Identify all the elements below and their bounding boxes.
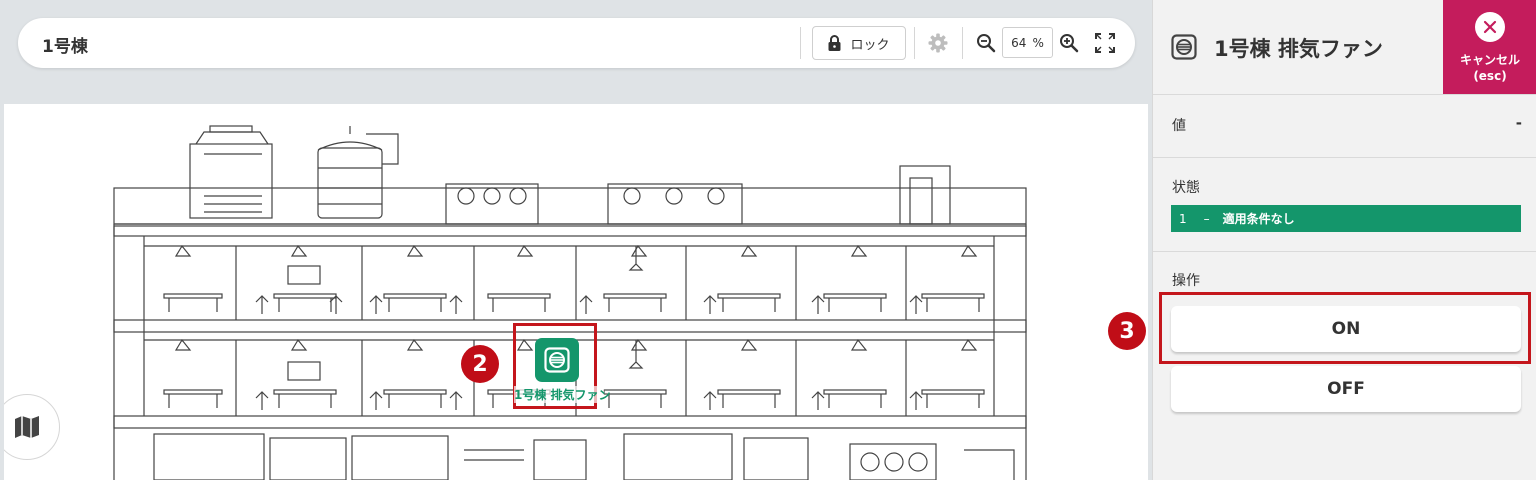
value-text: - [1515, 114, 1522, 132]
building-section-drawing [113, 125, 1027, 480]
zoom-out-icon[interactable] [976, 33, 996, 53]
state-badge: 1 – 適用条件なし [1171, 205, 1521, 232]
step-badge-3: 3 [1108, 312, 1146, 350]
fan-icon[interactable] [535, 338, 579, 382]
map-toolbar: 1号棟 ロック 64 % [18, 18, 1135, 68]
state-dash: – [1203, 211, 1210, 226]
cancel-text: キャンセル [1459, 53, 1520, 67]
state-label: 状態 [1172, 180, 1200, 196]
value-row: 値 - [1153, 96, 1536, 158]
map-icon [15, 416, 39, 438]
divider [914, 27, 915, 59]
lock-icon [828, 35, 841, 51]
divider [962, 27, 963, 59]
on-button[interactable]: ON [1171, 306, 1521, 352]
zoom-in-icon[interactable] [1059, 33, 1079, 53]
value-label: 値 [1172, 118, 1186, 134]
device-detail-panel: 1号棟 排気ファン キャンセル (esc) 値 - 状態 1 – 適用条件なし … [1152, 0, 1536, 480]
gear-icon[interactable] [928, 33, 948, 53]
zoom-unit: % [1032, 35, 1044, 50]
step-badge-2: 2 [461, 345, 499, 383]
building-title: 1号棟 [42, 37, 88, 57]
state-text: 適用条件なし [1222, 212, 1295, 226]
lock-button[interactable]: ロック [812, 26, 906, 60]
lock-label: ロック [850, 37, 890, 53]
panel-title: 1号棟 排気ファン [1214, 37, 1383, 61]
building-drawing-canvas[interactable] [4, 104, 1148, 480]
off-button[interactable]: OFF [1171, 366, 1521, 412]
cancel-shortcut: (esc) [1473, 69, 1507, 83]
exhaust-fan-device-marker[interactable]: 1号棟 排気ファン [513, 323, 611, 409]
device-label: 1号棟 排気ファン [514, 386, 611, 403]
operation-row: 操作 ON OFF [1153, 252, 1536, 480]
state-number: 1 [1179, 211, 1187, 226]
state-row: 状態 1 – 適用条件なし [1153, 158, 1536, 252]
cancel-label: キャンセル (esc) [1443, 52, 1536, 84]
cancel-button[interactable]: キャンセル (esc) [1443, 0, 1536, 94]
fan-icon [1171, 34, 1197, 60]
operation-label: 操作 [1172, 273, 1200, 289]
zoom-value: 64 [1011, 35, 1027, 50]
fullscreen-icon[interactable] [1095, 33, 1115, 53]
divider [800, 27, 801, 59]
floor-map-area: 1号棟 ロック 64 % 1号棟 排気ファン 2 [0, 0, 1152, 480]
close-icon [1475, 12, 1505, 42]
panel-header: 1号棟 排気ファン キャンセル (esc) [1153, 0, 1536, 95]
zoom-level-field[interactable]: 64 % [1002, 27, 1053, 58]
